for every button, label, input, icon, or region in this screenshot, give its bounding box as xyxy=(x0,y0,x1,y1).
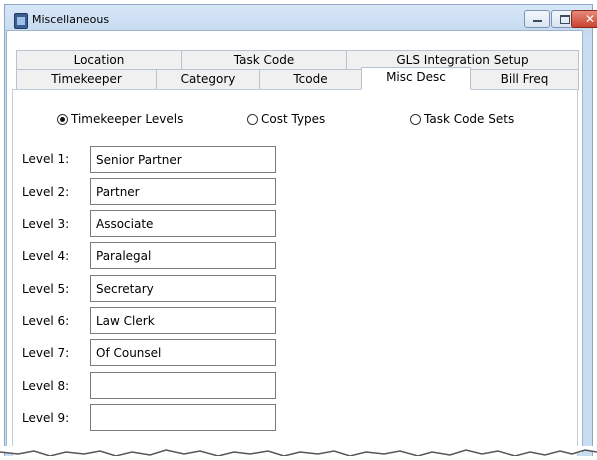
torn-edge-decoration xyxy=(0,446,597,460)
tab-tcode[interactable]: Tcode xyxy=(259,69,362,90)
radio-label: Task Code Sets xyxy=(424,112,515,126)
level-6-label: Level 6: xyxy=(22,314,70,328)
tab-bill-freq[interactable]: Bill Freq xyxy=(470,69,579,90)
radio-label: Timekeeper Levels xyxy=(71,112,184,126)
level-1-label: Level 1: xyxy=(22,152,70,166)
close-button[interactable]: ✕ xyxy=(571,10,597,28)
radio-selected-icon xyxy=(57,114,68,125)
level-2-field[interactable] xyxy=(90,178,276,205)
minimize-icon xyxy=(533,20,542,22)
radio-unselected-icon xyxy=(247,114,258,125)
close-icon: ✕ xyxy=(584,12,596,26)
level-4-label: Level 4: xyxy=(22,249,70,263)
tab-timekeeper[interactable]: Timekeeper xyxy=(16,69,157,90)
level-5-label: Level 5: xyxy=(22,282,70,296)
level-1-field[interactable] xyxy=(90,146,276,173)
radio-task-code-sets[interactable]: Task Code Sets xyxy=(410,110,514,128)
level-8-label: Level 8: xyxy=(22,379,70,393)
level-7-field[interactable] xyxy=(90,339,276,366)
radio-timekeeper-levels[interactable]: Timekeeper Levels xyxy=(57,110,183,128)
tab-category[interactable]: Category xyxy=(156,69,260,90)
level-6-field[interactable] xyxy=(90,307,276,334)
level-4-field[interactable] xyxy=(90,242,276,269)
level-9-field[interactable] xyxy=(90,404,276,431)
level-3-field[interactable] xyxy=(90,210,276,237)
radio-unselected-icon xyxy=(410,114,421,125)
maximize-icon xyxy=(560,15,570,24)
tab-misc-desc[interactable]: Misc Desc xyxy=(361,67,471,90)
radio-cost-types[interactable]: Cost Types xyxy=(247,110,325,128)
level-9-label: Level 9: xyxy=(22,411,70,425)
tab-task-code[interactable]: Task Code xyxy=(181,50,347,70)
minimize-button[interactable] xyxy=(524,10,550,28)
tab-location[interactable]: Location xyxy=(16,50,182,70)
level-5-field[interactable] xyxy=(90,275,276,302)
level-3-label: Level 3: xyxy=(22,217,70,231)
level-8-field[interactable] xyxy=(90,372,276,399)
app-icon xyxy=(14,13,28,29)
radio-label: Cost Types xyxy=(261,112,326,126)
level-7-label: Level 7: xyxy=(22,346,70,360)
level-2-label: Level 2: xyxy=(22,185,70,199)
window-title: Miscellaneous xyxy=(32,13,110,26)
